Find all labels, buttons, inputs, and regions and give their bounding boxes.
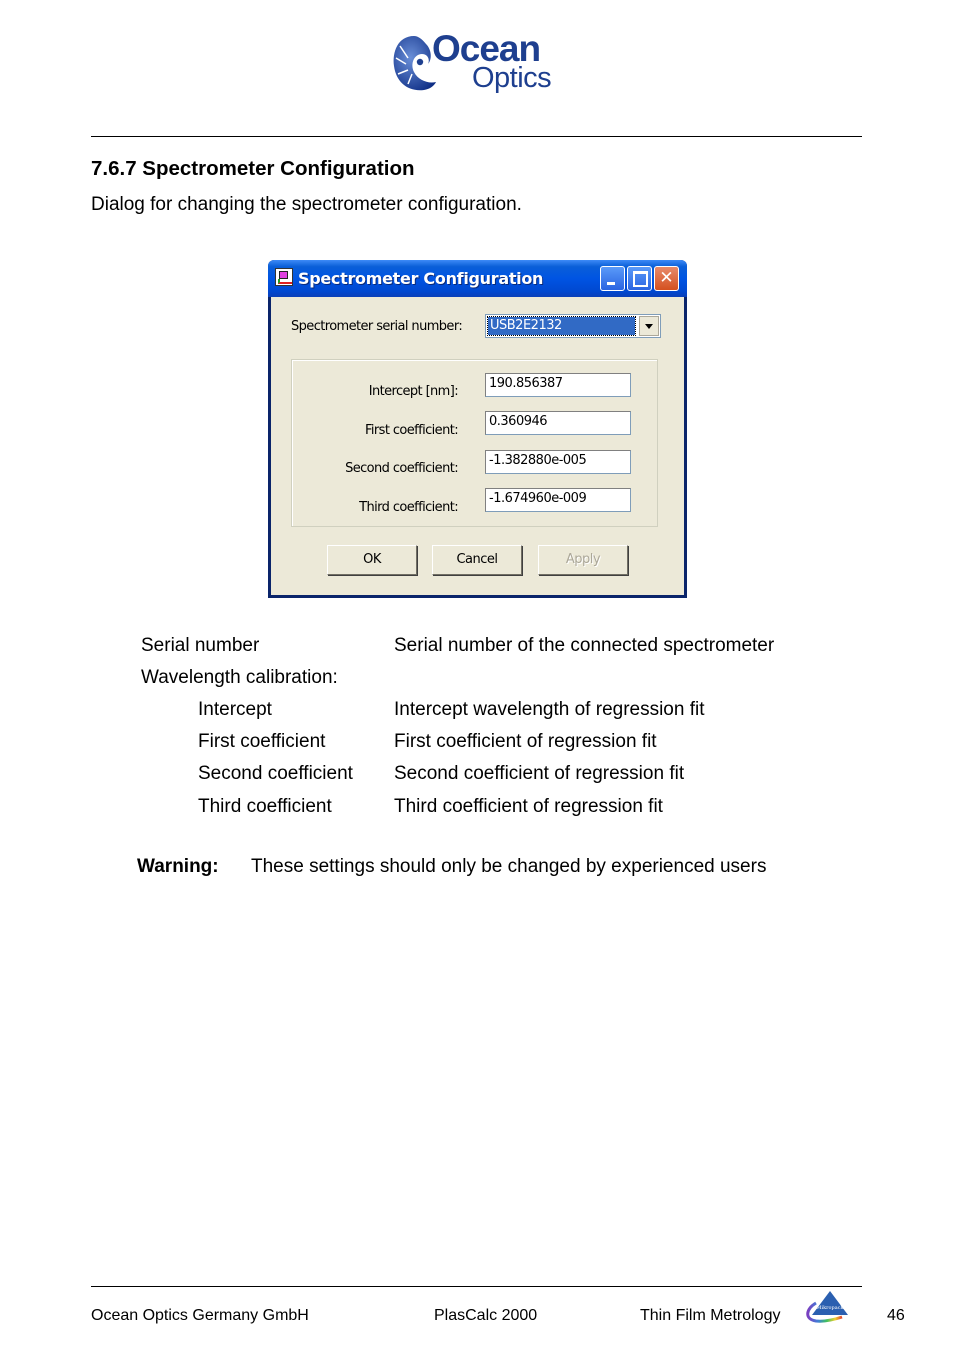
serial-number-value: USB2E2132 bbox=[487, 316, 636, 336]
app-icon bbox=[275, 268, 293, 286]
dialog-titlebar[interactable]: Spectrometer Configuration ✕ bbox=[268, 260, 687, 297]
close-icon: ✕ bbox=[659, 268, 674, 288]
nautilus-logo-icon bbox=[393, 36, 436, 91]
warning-label: Warning: bbox=[137, 856, 219, 877]
def-second-coefficient: Second coefficient of regression fit bbox=[394, 763, 685, 784]
term-intercept: Intercept bbox=[198, 699, 272, 720]
intercept-input[interactable]: 190.856387 bbox=[485, 373, 631, 397]
page-number: 46 bbox=[887, 1307, 905, 1324]
chevron-down-icon[interactable] bbox=[639, 316, 659, 336]
term-first-coefficient: First coefficient bbox=[198, 731, 326, 752]
def-intercept: Intercept wavelength of regression fit bbox=[394, 699, 705, 720]
mikropack-logo-icon: Mikropack bbox=[806, 1291, 848, 1323]
third-coefficient-label: Third coefficient: bbox=[359, 500, 458, 515]
footer-product: PlasCalc 2000 bbox=[434, 1307, 538, 1324]
section-title: 7.6.7 Spectrometer Configuration bbox=[91, 157, 415, 180]
term-wavelength-calibration: Wavelength calibration: bbox=[141, 667, 338, 688]
first-coefficient-label: First coefficient: bbox=[364, 423, 459, 438]
ok-button[interactable]: OK bbox=[327, 545, 417, 575]
term-serial-number: Serial number bbox=[141, 635, 260, 656]
maximize-button[interactable] bbox=[627, 266, 652, 291]
dialog-title: Spectrometer Configuration bbox=[298, 269, 544, 288]
second-coefficient-input[interactable]: -1.382880e-005 bbox=[485, 450, 631, 474]
spectrometer-configuration-dialog: Spectrometer Configuration ✕ Spectromete… bbox=[268, 260, 687, 598]
footer-topic: Thin Film Metrology bbox=[640, 1307, 781, 1324]
ocean-optics-logo: Ocean Optics bbox=[388, 28, 568, 98]
dialog-body: Spectrometer serial number: USB2E2132 In… bbox=[271, 297, 684, 595]
intercept-label: Intercept [nm]: bbox=[368, 384, 459, 399]
term-second-coefficient: Second coefficient bbox=[198, 763, 353, 784]
serial-number-label: Spectrometer serial number: bbox=[291, 319, 463, 334]
apply-button[interactable]: Apply bbox=[538, 545, 628, 575]
term-third-coefficient: Third coefficient bbox=[198, 796, 332, 817]
close-button[interactable]: ✕ bbox=[654, 266, 679, 291]
first-coefficient-input[interactable]: 0.360946 bbox=[485, 411, 631, 435]
mikropack-logo-text: Mikropack bbox=[816, 1305, 844, 1311]
def-serial-number: Serial number of the connected spectrome… bbox=[394, 635, 775, 656]
serial-number-select[interactable]: USB2E2132 bbox=[485, 314, 661, 338]
cancel-button[interactable]: Cancel bbox=[432, 545, 522, 575]
warning-text: These settings should only be changed by… bbox=[251, 856, 767, 877]
second-coefficient-label: Second coefficient: bbox=[345, 461, 459, 476]
footer-company: Ocean Optics Germany GmbH bbox=[91, 1307, 309, 1324]
minimize-button[interactable] bbox=[600, 266, 625, 291]
def-third-coefficient: Third coefficient of regression fit bbox=[394, 796, 663, 817]
def-first-coefficient: First coefficient of regression fit bbox=[394, 731, 657, 752]
third-coefficient-input[interactable]: -1.674960e-009 bbox=[485, 488, 631, 512]
footer-divider bbox=[91, 1286, 862, 1287]
section-description: Dialog for changing the spectrometer con… bbox=[91, 194, 522, 215]
logo-word-optics: Optics bbox=[472, 62, 552, 94]
header-divider bbox=[91, 136, 862, 137]
